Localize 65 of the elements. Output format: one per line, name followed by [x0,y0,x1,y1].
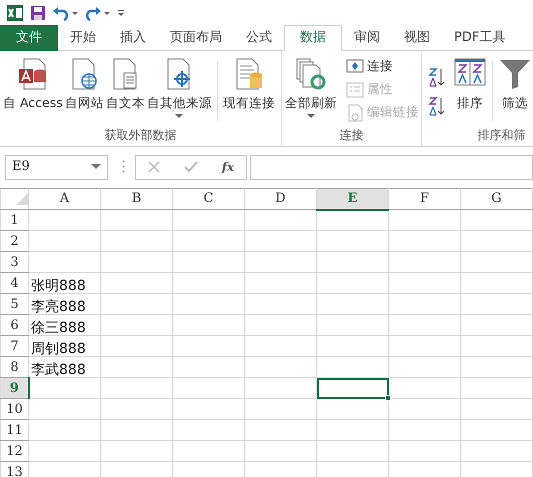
ribbon-tab[interactable]: 数据 [284,25,342,51]
ribbon-button[interactable]: 自 Access [2,55,64,115]
ribbon-tab[interactable]: PDF工具 [442,25,518,51]
name-box[interactable]: E9 [5,154,108,180]
column-header[interactable]: C [172,188,244,210]
row-header[interactable]: 2 [0,230,28,252]
connections-icon [346,58,364,76]
table-cell: 徐三888 [28,314,100,336]
save-icon[interactable] [30,4,46,20]
row-header[interactable]: 8 [0,356,28,378]
column-header[interactable]: D [244,188,316,210]
formula-input[interactable] [250,154,533,180]
group-label: 获取外部数据 [104,127,178,144]
ribbon-button[interactable]: 现有连接 [222,55,276,115]
row-header[interactable]: 9 [0,378,28,398]
column-header[interactable]: F [388,188,460,210]
table-cell: 李武888 [28,356,100,378]
ribbon-tab[interactable]: 公式 [234,25,284,51]
ribbon-button[interactable]: 全部刷新 [284,55,338,121]
row-header[interactable]: 4 [0,272,28,294]
column-header[interactable]: G [460,188,532,210]
row-header[interactable]: 1 [0,210,28,230]
row-header[interactable]: 13 [0,462,28,477]
group-label: 连接 [338,127,364,144]
undo-icon[interactable] [52,4,78,20]
dropdown-icon[interactable] [91,164,101,170]
group-label: 排序和筛 [476,127,526,144]
refresh-all-icon [294,57,328,91]
ribbon-button[interactable]: 自文本 [104,55,146,115]
column-header[interactable]: B [100,188,172,210]
row-header[interactable]: 11 [0,420,28,440]
active-cell[interactable] [316,378,388,398]
row-header[interactable]: 12 [0,440,28,462]
ribbon-button[interactable]: 连接 [344,55,421,78]
ribbon-button[interactable]: 自其他来源 [146,55,213,121]
excel-logo-icon[interactable] [6,4,24,22]
ribbon-tab[interactable]: 审阅 [342,25,392,51]
cell-reference: E9 [12,158,30,176]
table-cell: 周钊888 [28,336,100,356]
table-cell: 李亮888 [28,294,100,314]
ribbon-button[interactable]: 自网站 [64,55,105,115]
corner-triangle-icon [16,192,28,205]
ribbon-tab[interactable]: 开始 [58,25,108,51]
ribbon-tab[interactable]: 页面布局 [158,25,234,51]
redo-icon[interactable] [84,4,110,20]
sort-button[interactable] [428,94,446,118]
insert-function-button[interactable]: fx [222,158,234,176]
row-header[interactable]: 6 [0,314,28,336]
column-header[interactable]: E [316,188,388,210]
row-header[interactable]: 5 [0,294,28,314]
ribbon-tab[interactable]: 文件 [0,25,58,51]
ribbon-tab[interactable]: 插入 [108,25,158,51]
table-cell: 张明888 [28,272,100,294]
ribbon-tab[interactable]: 视图 [392,25,442,51]
grip-icon[interactable] [122,160,125,174]
filter-funnel-icon [498,57,532,91]
row-header[interactable]: 7 [0,336,28,356]
ribbon-button[interactable]: 筛选 [497,55,533,115]
column-header[interactable]: A [28,188,100,210]
ribbon-button[interactable]: 排序 [452,55,488,115]
edit-links-icon [346,104,364,122]
fill-handle[interactable] [385,395,391,401]
row-header[interactable]: 10 [0,398,28,420]
row-header[interactable]: 3 [0,252,28,272]
properties-icon [346,80,364,98]
